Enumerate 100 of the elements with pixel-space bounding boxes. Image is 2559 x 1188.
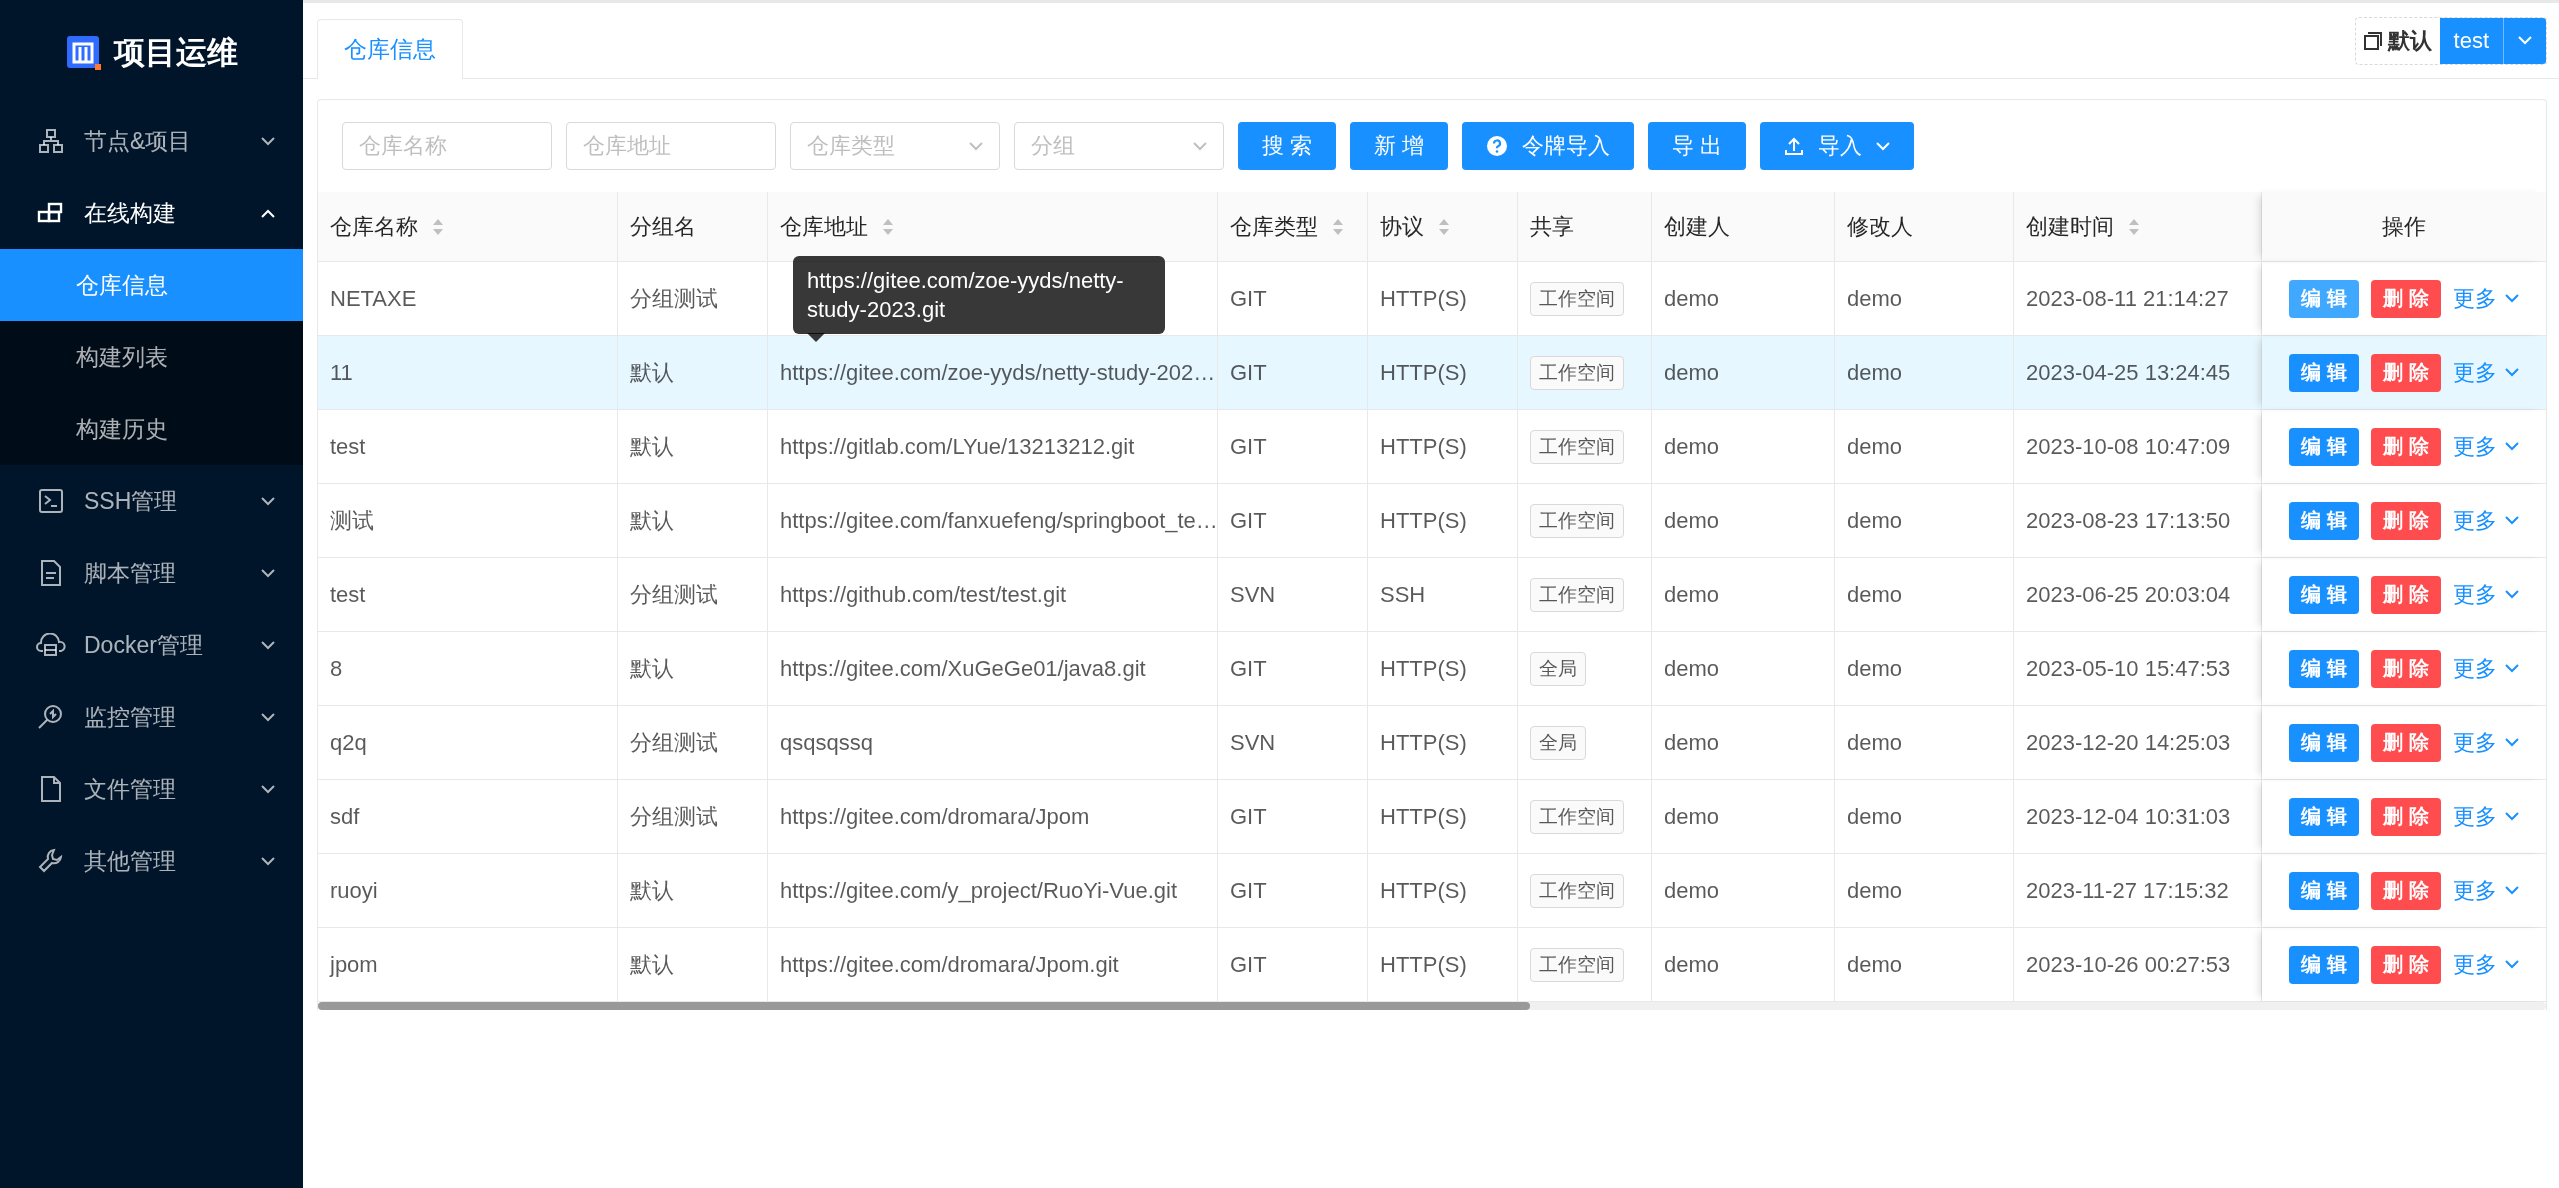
delete-button[interactable]: 删 除 <box>2371 427 2441 466</box>
select-field[interactable]: 分组 <box>1014 122 1224 170</box>
menu-group[interactable]: 监控管理 <box>0 681 303 753</box>
table-cell: 2023-04-25 13:24:45 <box>2026 359 2231 386</box>
column-header[interactable]: 创建时间 <box>2014 192 2262 261</box>
table-cell: 2023-06-25 20:03:04 <box>2026 581 2231 608</box>
edit-button[interactable]: 编 辑 <box>2289 871 2359 910</box>
table-cell: https://gitlab.com/LYue/13213212.git <box>780 433 1135 460</box>
table-cell: SVN <box>1230 729 1276 756</box>
more-link[interactable]: 更多 <box>2452 875 2519 906</box>
chevron-icon <box>261 784 275 794</box>
delete-button[interactable]: 删 除 <box>2371 649 2441 688</box>
more-link[interactable]: 更多 <box>2452 653 2519 684</box>
edit-button[interactable]: 编 辑 <box>2289 501 2359 540</box>
table-row[interactable]: 测试 默认 https://gitee.com/fanxuefeng/springboot_te… GIT HTTP(S) 工作空间 demo demo 2023-08-23 17:13:50 编 辑 删 除 更多 <box>318 484 2546 558</box>
edit-button[interactable]: 编 辑 <box>2289 279 2359 318</box>
more-link[interactable]: 更多 <box>2452 949 2519 980</box>
table-cell: demo <box>1847 729 1903 756</box>
column-header[interactable]: 修改人 <box>1835 192 2014 261</box>
delete-button[interactable]: 删 除 <box>2371 797 2441 836</box>
menu-item[interactable]: 构建列表 <box>0 321 303 393</box>
edit-button[interactable]: 编 辑 <box>2289 649 2359 688</box>
more-link[interactable]: 更多 <box>2452 505 2519 536</box>
column-header[interactable]: 仓库类型 <box>1218 192 1368 261</box>
more-link[interactable]: 更多 <box>2452 357 2519 388</box>
table-row[interactable]: sdf 分组测试 https://gitee.com/dromara/Jpom GIT HTTP(S) 工作空间 demo demo 2023-12-04 10:31:03 编 辑 删 除 更多 <box>318 780 2546 854</box>
table-cell: demo <box>1847 507 1903 534</box>
toolbar-button[interactable]: 令牌导入 <box>1462 122 1635 170</box>
tooltip-arrow <box>807 333 825 342</box>
column-header[interactable]: 创建人 <box>1652 192 1835 261</box>
tab[interactable]: 仓库信息 <box>317 19 463 79</box>
table-row[interactable]: 11 默认 https://gitee.com/zoe-yyds/netty-study-202… GIT HTTP(S) 工作空间 demo demo 2023-04-25 13:24:45 编 辑 删 除 更多 <box>318 336 2546 410</box>
menu-group[interactable]: 脚本管理 <box>0 537 303 609</box>
table-cell: demo <box>1847 433 1903 460</box>
question-icon <box>1486 135 1509 157</box>
share-tag: 工作空间 <box>1530 503 1624 538</box>
delete-button[interactable]: 删 除 <box>2371 723 2441 762</box>
column-header[interactable]: 操作 <box>2262 192 2546 261</box>
menu-group[interactable]: SSH管理 <box>0 465 303 537</box>
table-cell: https://gitee.com/fanxuefeng/springboot_te… <box>780 507 1217 534</box>
table-cell: demo <box>1664 877 1720 904</box>
table-cell: https://github.com/test/test.git <box>780 581 1067 608</box>
toolbar-button[interactable]: 导 出 <box>1648 122 1747 170</box>
terminal-icon <box>38 488 64 514</box>
menu-group[interactable]: 节点&项目 <box>0 105 303 177</box>
delete-button[interactable]: 删 除 <box>2371 871 2441 910</box>
more-link[interactable]: 更多 <box>2452 431 2519 462</box>
menu-group[interactable]: 其他管理 <box>0 825 303 897</box>
column-header[interactable]: 仓库名称 <box>318 192 618 261</box>
search-field[interactable]: 仓库名称 <box>342 122 552 170</box>
menu-item[interactable]: 仓库信息 <box>0 249 303 321</box>
table-cell: GIT <box>1230 359 1267 386</box>
more-link[interactable]: 更多 <box>2452 801 2519 832</box>
edit-button[interactable]: 编 辑 <box>2289 575 2359 614</box>
select-field[interactable]: 仓库类型 <box>790 122 1000 170</box>
table-cell-text: 默认 <box>630 432 674 461</box>
menu-item[interactable]: 构建历史 <box>0 393 303 465</box>
table-cell: GIT <box>1230 507 1267 534</box>
table-cell: 11 <box>330 359 353 386</box>
column-header[interactable]: 共享 <box>1518 192 1652 261</box>
delete-button[interactable]: 删 除 <box>2371 279 2441 318</box>
table-cell: 2023-11-27 17:15:32 <box>2026 877 2229 904</box>
table-row[interactable]: 8 默认 https://gitee.com/XuGeGe01/java8.git GIT HTTP(S) 全局 demo demo 2023-05-10 15:47:53 编 辑 删 除 更多 <box>318 632 2546 706</box>
menu-group[interactable]: 文件管理 <box>0 753 303 825</box>
more-link[interactable]: 更多 <box>2452 579 2519 610</box>
menu-group[interactable]: 在线构建 <box>0 177 303 249</box>
edit-button[interactable]: 编 辑 <box>2289 723 2359 762</box>
delete-button[interactable]: 删 除 <box>2371 575 2441 614</box>
chevron-icon <box>261 496 275 506</box>
import-button[interactable]: 导入 <box>1760 122 1915 170</box>
more-link[interactable]: 更多 <box>2452 727 2519 758</box>
edit-button[interactable]: 编 辑 <box>2289 797 2359 836</box>
table-cell: https://gitee.com/zoe-yyds/netty-study-202… <box>780 359 1216 386</box>
delete-button[interactable]: 删 除 <box>2371 501 2441 540</box>
edit-button[interactable]: 编 辑 <box>2289 945 2359 984</box>
dropdown-button[interactable] <box>2503 17 2546 64</box>
table-row[interactable]: ruoyi 默认 https://gitee.com/y_project/RuoYi-Vue.git GIT HTTP(S) 工作空间 demo demo 2023-11-27 17:15:32 编 辑 删 除 更多 <box>318 854 2546 928</box>
table-row[interactable]: test 分组测试 https://github.com/test/test.git SVN SSH 工作空间 demo demo 2023-06-25 20:03:04 编 辑 删 除 更多 <box>318 558 2546 632</box>
toolbar-button[interactable]: 搜 索 <box>1238 122 1337 170</box>
horizontal-scrollbar[interactable] <box>318 1002 2546 1010</box>
chevron-icon <box>261 568 275 578</box>
workspace-button[interactable]: test <box>2439 17 2503 64</box>
search-field[interactable]: 仓库地址 <box>566 122 776 170</box>
share-tag: 工作空间 <box>1530 947 1624 982</box>
table-cell: HTTP(S) <box>1380 507 1467 534</box>
table-cell: https://gitee.com/dromara/Jpom.git <box>780 951 1119 978</box>
toolbar-button[interactable]: 新 增 <box>1350 122 1449 170</box>
column-header[interactable]: 协议 <box>1368 192 1518 261</box>
chevron-icon <box>261 640 275 650</box>
delete-button[interactable]: 删 除 <box>2371 353 2441 392</box>
table-row[interactable]: q2q 分组测试 qsqsqssq SVN HTTP(S) 全局 demo demo 2023-12-20 14:25:03 编 辑 删 除 更多 <box>318 706 2546 780</box>
column-header[interactable]: 分组名 <box>618 192 768 261</box>
more-link[interactable]: 更多 <box>2452 283 2519 314</box>
table-cell: q2q <box>330 729 367 756</box>
edit-button[interactable]: 编 辑 <box>2289 427 2359 466</box>
delete-button[interactable]: 删 除 <box>2371 945 2441 984</box>
menu-group[interactable]: Docker管理 <box>0 609 303 681</box>
edit-button[interactable]: 编 辑 <box>2289 353 2359 392</box>
table-row[interactable]: test 默认 https://gitlab.com/LYue/13213212.git GIT HTTP(S) 工作空间 demo demo 2023-10-08 10:47:09 编 辑 删 除 更多 <box>318 410 2546 484</box>
workspace-switcher[interactable]: 默认 test <box>2354 16 2547 65</box>
